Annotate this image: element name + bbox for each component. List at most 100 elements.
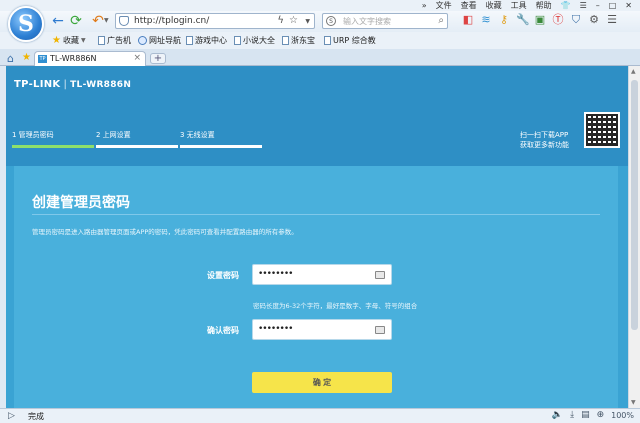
search-engine-icon[interactable]: S (326, 16, 336, 26)
step-internet-settings: 2 上网设置 (96, 131, 131, 139)
download-icon[interactable]: ⤓ (570, 410, 574, 420)
favorite-item[interactable]: 小说大全 (234, 35, 275, 46)
speaker-icon[interactable]: 🔈 (552, 410, 563, 420)
browser-logo-icon[interactable]: S (8, 6, 44, 42)
favorite-label: 游戏中心 (195, 36, 227, 45)
address-bar[interactable]: http://tplogin.cn/ ϟ ☆ ▼ (115, 13, 315, 29)
favorite-item[interactable]: 浙东宝 (282, 35, 315, 46)
refresh-icon[interactable]: ⟳ (68, 13, 84, 29)
menu-favorites[interactable]: 收藏 (486, 0, 502, 11)
step-wireless-settings: 3 无线设置 (180, 131, 215, 139)
tab-router[interactable]: TP TL-WR886N × (34, 51, 146, 66)
wrench-icon[interactable]: 🔧 (516, 13, 530, 27)
router-model: TL-WR886N (70, 80, 132, 90)
search-icon[interactable]: ⌕ (438, 15, 444, 26)
favorites-menu[interactable]: ★ 收藏 ▼ (52, 35, 86, 46)
favorite-label: 网址导航 (149, 36, 181, 45)
back-arrow-icon[interactable]: ← (50, 13, 66, 29)
page-icon (234, 36, 241, 45)
qr-code-icon (584, 112, 620, 148)
favorite-label: 广告机 (107, 36, 131, 45)
sidebar-toggle-icon[interactable]: ▷ (8, 411, 15, 421)
menu-file[interactable]: 文件 (436, 0, 452, 11)
shield-icon[interactable]: ⛉ (570, 13, 582, 27)
step-progress-bar (96, 145, 178, 148)
tplink-favicon-icon: TP (38, 55, 47, 63)
setup-steps: 1 管理员密码 2 上网设置 3 无线设置 (12, 130, 282, 150)
zoom-level[interactable]: 100% (611, 411, 634, 420)
menu-tools[interactable]: 工具 (511, 0, 527, 11)
scroll-down-icon[interactable]: ▼ (631, 399, 636, 406)
wallet-icon[interactable]: ◧ (462, 13, 474, 27)
favorite-item[interactable]: 网址导航 (138, 35, 181, 46)
tab-title: TL-WR886N (50, 54, 97, 63)
star-icon[interactable]: ☆ (289, 15, 298, 26)
security-shield-icon (119, 16, 129, 26)
password-value: •••••••• (258, 269, 293, 279)
divider (32, 214, 600, 215)
screenshot-icon[interactable]: ▣ (534, 13, 546, 27)
menu-bar: » 文件 查看 收藏 工具 帮助 👕 ☰ – □ ✕ (0, 0, 640, 11)
step-progress-bar (180, 145, 262, 148)
password-panel: 创建管理员密码 管理员密码是进入路由器管理页面或APP的密码，凭此密码可查看并配… (14, 166, 618, 408)
star-icon: ★ (52, 35, 61, 46)
star-icon[interactable]: ★ (22, 52, 31, 63)
favorites-bar: ★ 收藏 ▼ 广告机 网址导航 游戏中心 小说大全 浙东宝 URP 综合教 (0, 32, 640, 49)
vertical-scrollbar[interactable]: ▲ ▼ (628, 66, 640, 408)
close-icon[interactable]: ✕ (625, 0, 632, 11)
menu-view[interactable]: 查看 (461, 0, 477, 11)
favorite-item[interactable]: URP 综合教 (324, 35, 376, 46)
confirm-password-field[interactable]: •••••••• (252, 319, 392, 340)
menu-help[interactable]: 帮助 (536, 0, 552, 11)
settings-icon[interactable]: ⚙ (588, 13, 600, 27)
page-icon (98, 36, 105, 45)
page-title: 创建管理员密码 (32, 195, 130, 211)
page-description: 管理员密码是进入路由器管理页面或APP的密码，凭此密码可查看并配置路由器的所有参… (32, 228, 298, 236)
lightning-icon[interactable]: ϟ (277, 15, 284, 26)
zoom-icon[interactable]: ⊕ (597, 410, 605, 420)
minimize-icon[interactable]: – (596, 0, 600, 11)
password-hint: 密码长度为6-32个字符，最好是数字、字母、符号的组合 (253, 302, 418, 310)
confirm-password-value: •••••••• (258, 324, 293, 334)
favorite-item[interactable]: 广告机 (98, 35, 131, 46)
brand-name: TP-LINK (14, 79, 61, 90)
favorite-item[interactable]: 游戏中心 (186, 35, 227, 46)
scroll-up-icon[interactable]: ▲ (631, 68, 636, 75)
confirm-password-label: 确认密码 (207, 326, 239, 335)
search-input[interactable]: S 输入文字搜索 ⌕ (322, 13, 448, 29)
keyboard-icon[interactable] (375, 326, 385, 334)
status-text: 完成 (28, 412, 44, 421)
chevron-down-icon[interactable]: ▼ (305, 18, 310, 25)
toolbar-icons: ◧ ≋ ⚷ 🔧 ▣ Ⓣ ⛉ ⚙ ☰ (462, 13, 618, 27)
page-icon (186, 36, 193, 45)
page-icon (324, 36, 331, 45)
tab-bar: ⌂ ★ TP TL-WR886N × + (0, 49, 640, 66)
app-download-text: 扫一扫下载APP 获取更多新功能 (520, 130, 569, 150)
menu-icon[interactable]: ☰ (606, 13, 618, 27)
favorite-label: 浙东宝 (291, 36, 315, 45)
qr-line-1: 扫一扫下载APP (520, 131, 569, 139)
shirt-icon[interactable]: 👕 (561, 0, 571, 11)
close-icon[interactable]: × (133, 53, 141, 63)
reading-mode-icon[interactable]: ▤ (581, 410, 590, 420)
menu-overflow[interactable]: » (422, 0, 427, 11)
key-icon[interactable]: ⚷ (498, 13, 510, 27)
keyboard-icon[interactable] (375, 271, 385, 279)
brand-logo: TP-LINK | TL-WR886N (14, 79, 132, 90)
scrollbar-thumb[interactable] (631, 80, 638, 330)
chevron-down-icon[interactable]: ▼ (104, 17, 109, 24)
menu-icon[interactable]: ☰ (580, 0, 587, 11)
translate-icon[interactable]: Ⓣ (552, 13, 564, 27)
confirm-button[interactable]: 确 定 (252, 372, 392, 393)
maximize-icon[interactable]: □ (609, 0, 617, 11)
globe-icon (138, 36, 147, 45)
page-icon (282, 36, 289, 45)
step-admin-password: 1 管理员密码 (12, 131, 54, 139)
search-placeholder: 输入文字搜索 (343, 17, 391, 26)
wind-icon[interactable]: ≋ (480, 13, 492, 27)
home-icon[interactable]: ⌂ (7, 52, 14, 65)
chevron-down-icon: ▼ (80, 37, 86, 44)
password-field[interactable]: •••••••• (252, 264, 392, 285)
address-url[interactable]: http://tplogin.cn/ (134, 16, 209, 26)
new-tab-button[interactable]: + (150, 53, 166, 64)
